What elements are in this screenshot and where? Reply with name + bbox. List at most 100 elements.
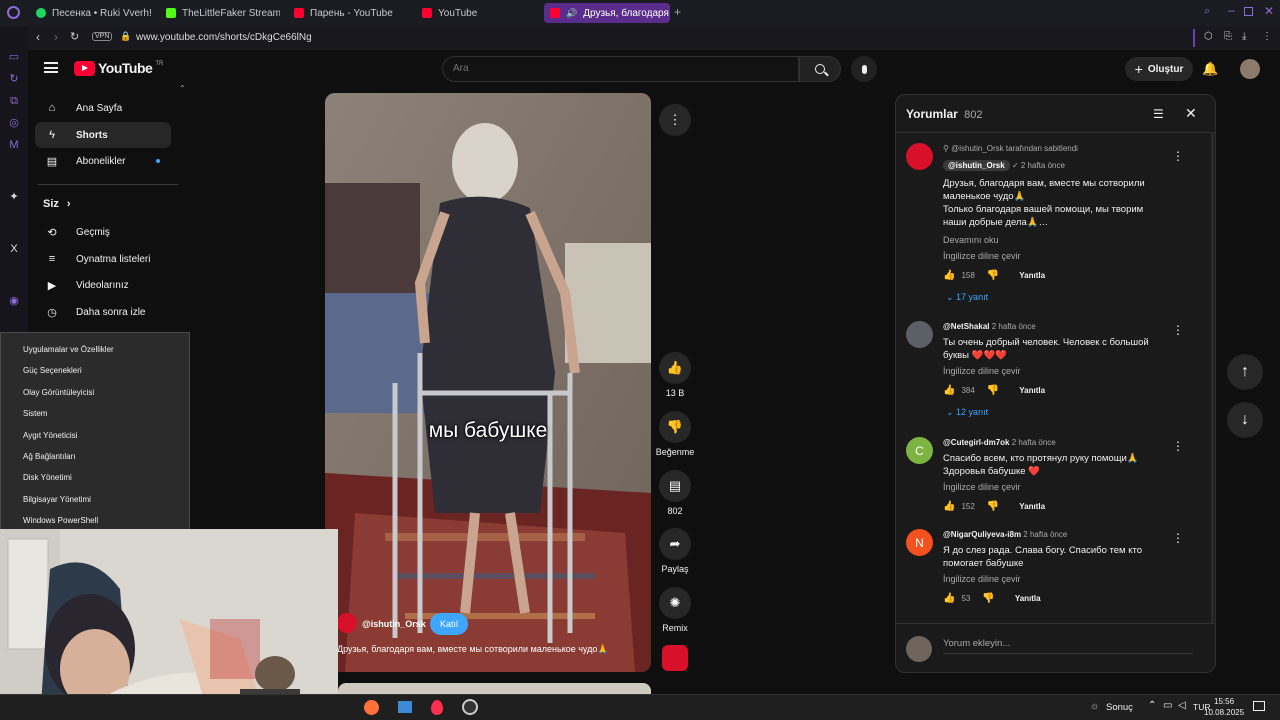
comment-time[interactable]: 2 hafta önce: [1023, 530, 1067, 539]
youtube-logo[interactable]: YouTube TR: [74, 60, 163, 76]
vpn-badge[interactable]: VPN: [92, 32, 113, 41]
music-icon[interactable]: M: [7, 138, 21, 152]
comment-author[interactable]: @ishutin_Orsk: [943, 160, 1010, 171]
comment-author[interactable]: @NetShakal: [943, 322, 989, 331]
reload-icon[interactable]: ↻: [7, 72, 21, 86]
more-options-button[interactable]: ⋮: [659, 104, 691, 136]
search-tabs-icon[interactable]: ⌕: [1204, 5, 1210, 18]
search-input[interactable]: [453, 63, 753, 74]
video-description[interactable]: Друзья, благодаря вам, вместе мы сотвори…: [337, 644, 642, 655]
translate-link[interactable]: İngilizce diline çevir: [943, 482, 1021, 492]
replies-toggle[interactable]: ⌄ 17 yanıt: [946, 292, 988, 303]
menu-item[interactable]: Ağ Bağlantıları: [23, 452, 75, 461]
firefox-icon[interactable]: [364, 700, 379, 715]
comment-menu-icon[interactable]: ⋮: [1172, 531, 1184, 545]
wallet-icon[interactable]: ⧉: [7, 94, 21, 108]
sound-channel-avatar[interactable]: [662, 645, 688, 671]
sidebar-item-subscriptions[interactable]: ▤ Abonelikler: [35, 148, 171, 174]
network-icon[interactable]: ▭: [1163, 700, 1172, 711]
tab-2[interactable]: TheLittleFaker Stream - V: [160, 3, 280, 23]
like-icon[interactable]: 👍: [943, 385, 955, 396]
minimize-icon[interactable]: –: [1228, 3, 1235, 17]
clock-time[interactable]: 15:56: [1214, 697, 1234, 706]
sidebar-item-shorts[interactable]: ϟ Shorts: [35, 122, 171, 148]
tab-5-active[interactable]: 🔊 Друзья, благодаря в: [544, 3, 670, 23]
you-section-header[interactable]: Siz ›: [43, 198, 71, 210]
comment-time[interactable]: 2 hafta önce: [992, 322, 1036, 331]
reply-button[interactable]: Yanıtla: [1019, 502, 1045, 511]
reply-button[interactable]: Yanıtla: [1015, 594, 1041, 603]
like-button[interactable]: 👍: [659, 352, 691, 384]
comment-author[interactable]: @NigarQuliyeva-i8m: [943, 530, 1021, 539]
menu-item[interactable]: Olay Görüntüleyicisi: [23, 388, 94, 397]
reply-button[interactable]: Yanıtla: [1019, 386, 1045, 395]
next-short-button[interactable]: ↓: [1227, 402, 1263, 438]
remix-button[interactable]: ✺: [659, 587, 691, 619]
x-twitter-icon[interactable]: X: [7, 242, 21, 256]
dislike-icon[interactable]: 👎: [987, 385, 999, 396]
comment-menu-icon[interactable]: ⋮: [1172, 439, 1184, 453]
translate-link[interactable]: İngilizce diline çevir: [943, 251, 1021, 261]
comment-avatar[interactable]: [906, 143, 933, 170]
join-button[interactable]: Katıl: [430, 613, 469, 635]
sidebar-item-playlists[interactable]: ≡ Oynatma listeleri: [35, 246, 171, 272]
sidebar-item-history[interactable]: ⟲ Geçmiş: [35, 219, 171, 245]
player-icon[interactable]: ◉: [7, 294, 21, 308]
dislike-icon[interactable]: 👎: [982, 593, 994, 604]
taskbar-search-label[interactable]: Sonuç: [1106, 702, 1133, 713]
short-video-player[interactable]: мы бабушке @ishutin_Orsk Katıl Друзья, б…: [325, 93, 651, 672]
translate-link[interactable]: İngilizce diline çevir: [943, 574, 1021, 584]
tab-4[interactable]: YouTube: [416, 3, 540, 23]
comment-avatar[interactable]: N: [906, 529, 933, 556]
read-more-link[interactable]: Devamını oku: [943, 235, 999, 245]
replies-toggle[interactable]: ⌄ 12 yanıt: [946, 407, 988, 418]
comment-author[interactable]: @Cutegirl-dm7ok: [943, 438, 1009, 447]
sidebar-item-your-videos[interactable]: ▶ Videolarınız: [35, 272, 171, 298]
forward-icon[interactable]: ›: [54, 30, 58, 44]
download-icon[interactable]: ⤓: [1242, 31, 1246, 42]
taskbar-app-icon[interactable]: [398, 701, 412, 713]
create-button[interactable]: + Oluştur: [1125, 57, 1193, 81]
voice-search-button[interactable]: [851, 56, 877, 82]
volume-icon[interactable]: ◁: [1178, 700, 1186, 711]
ai-icon[interactable]: ✦: [7, 190, 21, 204]
instagram-icon[interactable]: ◎: [7, 116, 21, 130]
reply-button[interactable]: Yanıtla: [1019, 271, 1045, 280]
comment-menu-icon[interactable]: ⋮: [1172, 323, 1184, 337]
menu-item[interactable]: Disk Yönetimi: [23, 473, 72, 482]
share-button[interactable]: ➦: [659, 528, 691, 560]
comment-time[interactable]: 2 hafta önce: [1021, 161, 1065, 170]
search-button[interactable]: [799, 56, 841, 82]
menu-icon[interactable]: ⋮: [1262, 31, 1272, 42]
comment-avatar[interactable]: [906, 321, 933, 348]
comment-time[interactable]: 2 hafta önce: [1012, 438, 1056, 447]
menu-item[interactable]: Windows PowerShell: [23, 516, 98, 525]
opera-logo-icon[interactable]: [7, 6, 20, 19]
account-avatar[interactable]: [1240, 59, 1260, 79]
tab-1[interactable]: Песенка • Ruki Vverh!: [30, 3, 158, 23]
menu-item[interactable]: Bilgisayar Yönetimi: [23, 495, 91, 504]
messenger-icon[interactable]: ▭: [7, 50, 21, 64]
sort-icon[interactable]: ☰: [1153, 107, 1164, 121]
sidebar-item-home[interactable]: ⌂ Ana Sayfa: [35, 95, 171, 121]
comments-button[interactable]: ▤: [659, 470, 691, 502]
notifications-bell-icon[interactable]: 🔔: [1202, 61, 1218, 77]
like-icon[interactable]: 👍: [943, 501, 955, 512]
notification-center-icon[interactable]: [1253, 701, 1265, 711]
dislike-button[interactable]: 👎: [659, 411, 691, 443]
sidebar-item-watch-later[interactable]: ◷ Daha sonra izle: [35, 299, 171, 325]
search-box[interactable]: [442, 56, 799, 82]
channel-name[interactable]: @ishutin_Orsk: [362, 619, 426, 629]
tray-chevron-icon[interactable]: ⌃: [1148, 700, 1156, 711]
menu-item[interactable]: Uygulamalar ve Özellikler: [23, 345, 114, 354]
close-icon[interactable]: ✕: [1185, 105, 1197, 122]
reload-icon[interactable]: ↻: [70, 30, 79, 43]
snapshot-icon[interactable]: ⎘: [1224, 31, 1232, 42]
dislike-icon[interactable]: 👎: [987, 270, 999, 281]
extensions-icon[interactable]: ⬡: [1204, 31, 1213, 42]
hamburger-menu-icon[interactable]: [44, 62, 58, 73]
opera-gx-icon[interactable]: [431, 700, 443, 715]
obs-icon[interactable]: [462, 699, 478, 715]
comment-menu-icon[interactable]: ⋮: [1172, 149, 1184, 163]
menu-item[interactable]: Aygıt Yöneticisi: [23, 431, 77, 440]
